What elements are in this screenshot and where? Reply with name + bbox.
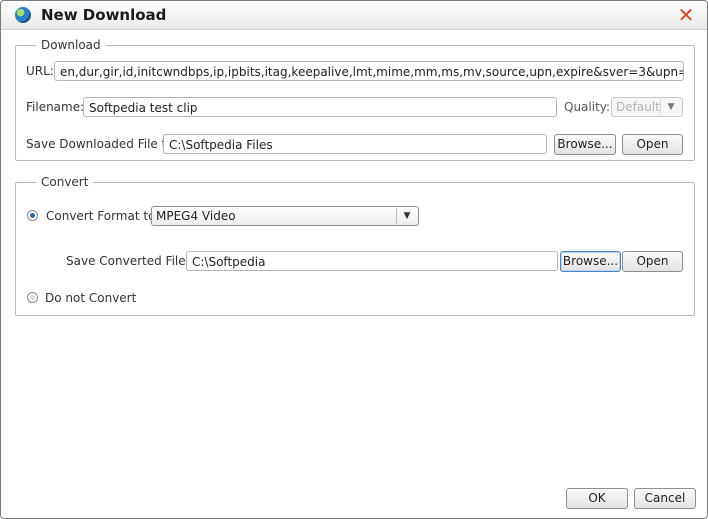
new-download-dialog: New Download ✕ Download URL: en,dur,gir,… bbox=[0, 0, 708, 519]
title-bar: New Download ✕ bbox=[1, 1, 707, 30]
quality-label: Quality: bbox=[564, 100, 611, 114]
quality-value: Default bbox=[616, 100, 660, 114]
save-downloaded-label: Save Downloaded File to: bbox=[26, 137, 178, 151]
save-converted-field[interactable]: C:\Softpedia bbox=[186, 251, 558, 271]
download-group-legend: Download bbox=[36, 38, 106, 52]
chevron-down-icon: ▼ bbox=[660, 99, 681, 115]
download-open-button[interactable]: Open bbox=[622, 134, 683, 155]
convert-radio[interactable] bbox=[27, 210, 38, 221]
globe-download-icon bbox=[15, 7, 31, 23]
filename-field[interactable]: Softpedia test clip bbox=[83, 97, 557, 117]
download-browse-button[interactable]: Browse... bbox=[554, 134, 616, 155]
cancel-button[interactable]: Cancel bbox=[634, 488, 696, 509]
convert-format-label: Convert Format to: bbox=[46, 209, 160, 223]
url-field[interactable]: en,dur,gir,id,initcwndbps,ip,ipbits,itag… bbox=[54, 61, 684, 81]
save-converted-label: Save Converted File to: bbox=[66, 254, 206, 268]
chevron-down-icon: ▼ bbox=[396, 208, 417, 224]
close-icon[interactable]: ✕ bbox=[675, 4, 697, 26]
url-label: URL: bbox=[26, 64, 54, 78]
ok-button[interactable]: OK bbox=[566, 488, 628, 509]
convert-browse-button[interactable]: Browse... bbox=[560, 251, 621, 272]
convert-open-button[interactable]: Open bbox=[622, 251, 683, 272]
dialog-title: New Download bbox=[41, 6, 167, 24]
filename-label: Filename: bbox=[26, 100, 85, 114]
do-not-convert-radio[interactable] bbox=[27, 292, 38, 303]
do-not-convert-label: Do not Convert bbox=[45, 291, 137, 305]
format-select[interactable]: MPEG4 Video ▼ bbox=[151, 206, 419, 226]
save-downloaded-field[interactable]: C:\Softpedia Files bbox=[163, 134, 547, 154]
format-value: MPEG4 Video bbox=[156, 209, 236, 223]
convert-group-legend: Convert bbox=[36, 175, 94, 189]
quality-select[interactable]: Default ▼ bbox=[611, 97, 683, 117]
